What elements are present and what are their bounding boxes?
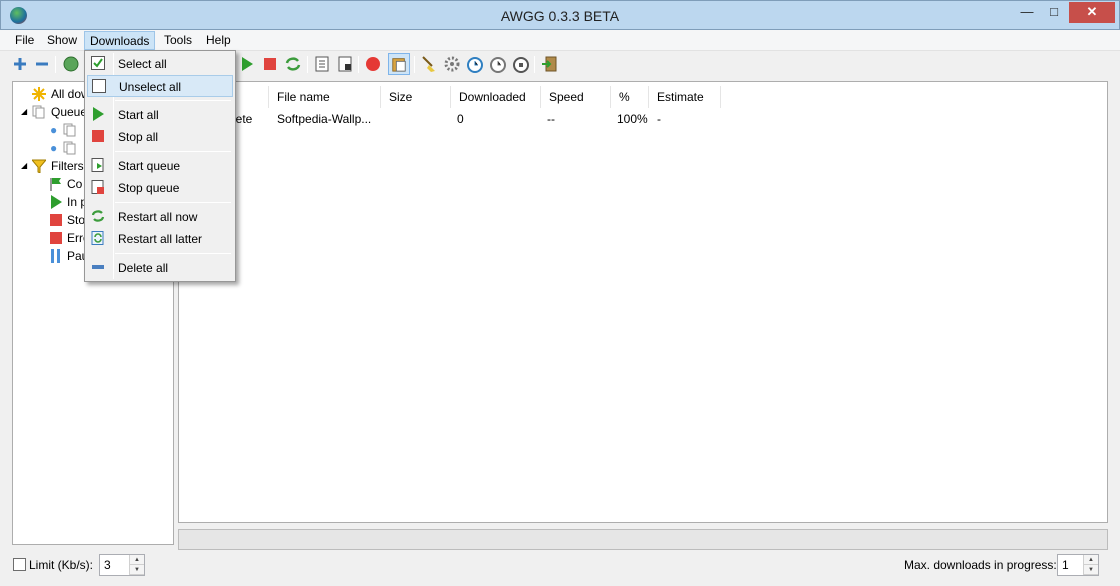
exit-icon[interactable]: [540, 55, 558, 73]
documents-icon: [32, 105, 45, 119]
max-downloads-label: Max. downloads in progress:: [904, 558, 1057, 572]
stop-queue-icon: [91, 180, 104, 194]
column-estimate[interactable]: Estimate: [649, 86, 721, 108]
menu-help[interactable]: Help: [204, 33, 233, 47]
pause-icon: [51, 249, 60, 263]
downloads-menu: Select all Unselect all Start all Stop a…: [84, 50, 236, 282]
max-spin-buttons[interactable]: ▲ ▼: [1083, 555, 1098, 575]
toolbar-separator: [534, 56, 535, 73]
alarm-stop-icon[interactable]: [512, 55, 530, 73]
limit-value[interactable]: 3: [104, 558, 111, 572]
error-icon: [50, 232, 62, 244]
menu-separator: [115, 202, 231, 203]
alarm-icon[interactable]: [489, 55, 507, 73]
progress-bar: [178, 529, 1108, 550]
menu-item-restart-all-later[interactable]: Restart all latter: [87, 228, 233, 250]
spin-up-icon[interactable]: ▲: [130, 555, 144, 565]
menu-bar: File Show Downloads Tools Help: [0, 30, 1120, 51]
limit-spin-buttons[interactable]: ▲ ▼: [129, 555, 144, 575]
title-bar: AWGG 0.3.3 BETA — □ ✕: [0, 0, 1120, 30]
menu-separator: [115, 151, 231, 152]
documents-icon: [63, 123, 76, 137]
menu-item-unselect-all[interactable]: Unselect all: [87, 75, 233, 97]
cell-downloaded: 0: [457, 112, 464, 126]
play-icon: [51, 195, 62, 209]
start-queue-icon[interactable]: [313, 55, 331, 73]
cell-file-name: Softpedia-Wallp...: [277, 112, 372, 126]
menu-item-restart-all-now[interactable]: Restart all now: [87, 206, 233, 228]
broom-icon[interactable]: [420, 55, 438, 73]
bullet-icon: ●: [50, 123, 58, 137]
menu-item-stop-all[interactable]: Stop all: [87, 126, 233, 148]
clock-icon[interactable]: [466, 55, 484, 73]
limit-label: Limit (Kb/s):: [29, 558, 94, 572]
status-bar: Limit (Kb/s): 3 ▲ ▼ Max. downloads in pro…: [0, 552, 1120, 586]
toolbar-separator: [358, 56, 359, 73]
downloads-list: File name Size Downloaded Speed % Estima…: [178, 81, 1108, 523]
sparkle-icon: [32, 87, 46, 101]
stop-icon[interactable]: [261, 55, 279, 73]
menu-file[interactable]: File: [13, 33, 36, 47]
cell-percent: 100%: [617, 112, 648, 126]
stop-queue-icon[interactable]: [336, 55, 354, 73]
clipboard-icon: [392, 58, 406, 72]
max-downloads-value[interactable]: 1: [1062, 558, 1069, 572]
menu-downloads[interactable]: Downloads: [84, 31, 156, 50]
menu-tools[interactable]: Tools: [162, 33, 194, 47]
stop-icon: [50, 214, 62, 226]
stop-icon: [92, 130, 104, 142]
limit-checkbox[interactable]: [13, 558, 26, 571]
menu-item-start-queue[interactable]: Start queue: [87, 155, 233, 177]
menu-item-delete-all[interactable]: Delete all: [87, 257, 233, 279]
column-percent[interactable]: %: [611, 86, 649, 108]
add-icon[interactable]: [11, 55, 29, 73]
minus-icon: [92, 265, 104, 269]
restart-icon: [91, 210, 105, 222]
column-size[interactable]: Size: [381, 86, 451, 108]
column-downloaded[interactable]: Downloaded: [451, 86, 541, 108]
maximize-button[interactable]: □: [1041, 2, 1067, 23]
documents-icon: [63, 141, 76, 155]
spin-up-icon[interactable]: ▲: [1084, 555, 1098, 565]
column-file-name[interactable]: File name: [269, 86, 381, 108]
expand-arrow-icon[interactable]: ◢: [21, 161, 27, 170]
toolbar-separator: [55, 56, 56, 73]
record-icon[interactable]: [364, 55, 382, 73]
menu-item-select-all[interactable]: Select all: [87, 53, 233, 75]
cell-speed: --: [547, 112, 555, 126]
cell-estimate: -: [657, 112, 661, 126]
filter-icon: [32, 159, 46, 173]
restart-icon[interactable]: [284, 55, 302, 73]
menu-separator: [115, 253, 231, 254]
column-speed[interactable]: Speed: [541, 86, 611, 108]
start-queue-icon: [91, 158, 104, 172]
menu-item-start-all[interactable]: Start all: [87, 104, 233, 126]
spin-down-icon[interactable]: ▼: [130, 565, 144, 575]
play-icon: [93, 107, 104, 121]
spin-down-icon[interactable]: ▼: [1084, 565, 1098, 575]
limit-spinner[interactable]: 3 ▲ ▼: [99, 554, 145, 576]
flag-icon: [50, 178, 61, 191]
checkbox-checked-icon: [91, 56, 105, 70]
bullet-icon: ●: [50, 141, 58, 155]
start-icon[interactable]: [238, 55, 256, 73]
globe-icon[interactable]: [62, 55, 80, 73]
close-button[interactable]: ✕: [1069, 2, 1115, 23]
minimize-button[interactable]: —: [1014, 2, 1040, 23]
menu-separator: [115, 100, 231, 101]
max-downloads-spinner[interactable]: 1 ▲ ▼: [1057, 554, 1099, 576]
expand-arrow-icon[interactable]: ◢: [21, 107, 27, 116]
window-title: AWGG 0.3.3 BETA: [500, 8, 620, 24]
checkbox-empty-icon: [92, 79, 106, 93]
clipboard-toggle[interactable]: [388, 53, 410, 75]
toolbar-separator: [414, 56, 415, 73]
gear-icon[interactable]: [443, 55, 461, 73]
menu-show[interactable]: Show: [45, 33, 79, 47]
remove-icon[interactable]: [33, 55, 51, 73]
toolbar-separator: [307, 56, 308, 73]
menu-item-stop-queue[interactable]: Stop queue: [87, 177, 233, 199]
restart-later-icon: [91, 231, 104, 245]
